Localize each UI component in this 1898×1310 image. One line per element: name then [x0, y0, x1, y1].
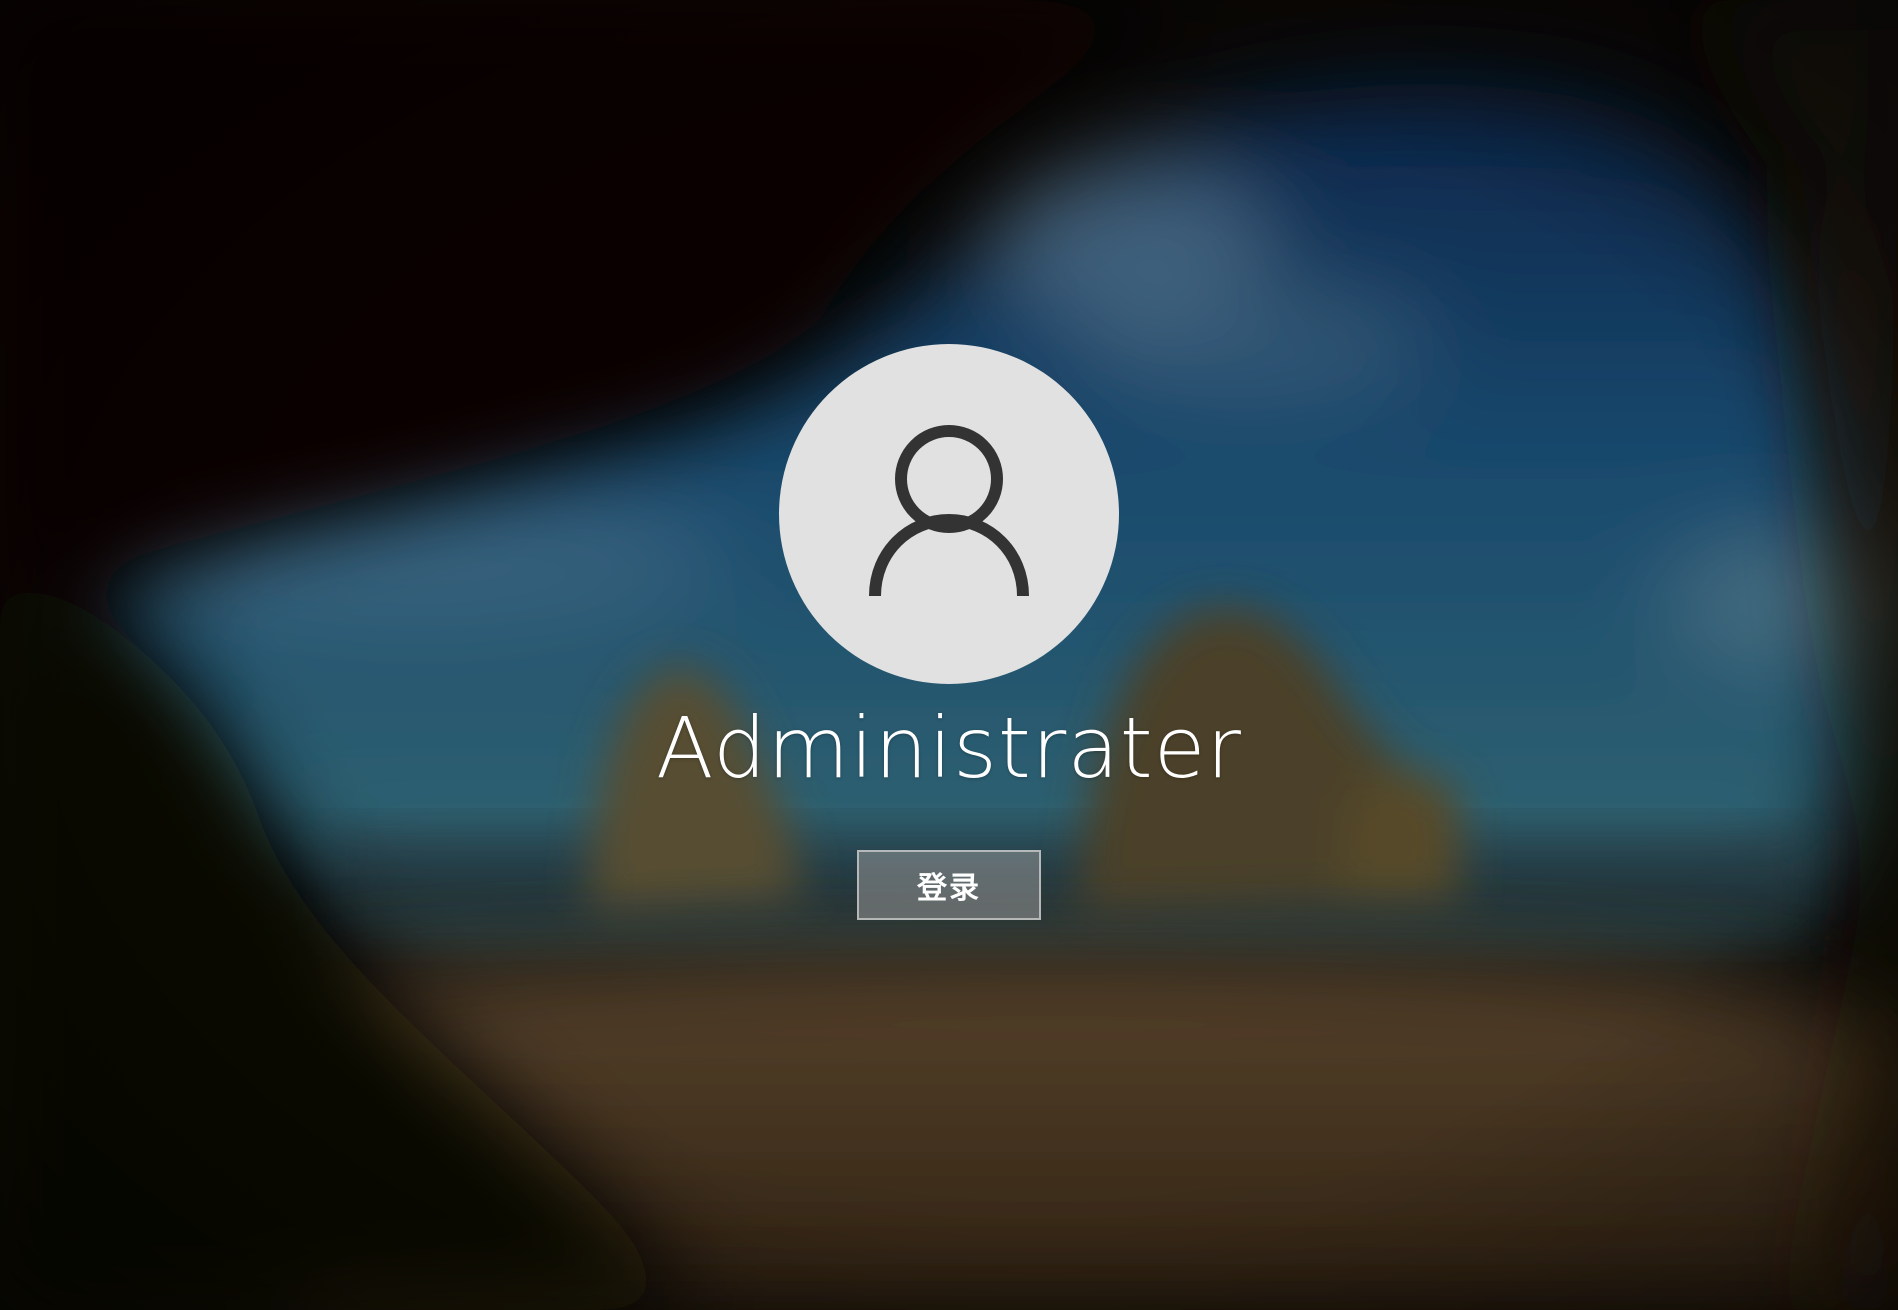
sign-in-button[interactable]: 登录: [857, 850, 1041, 921]
login-panel: Administrater 登录: [0, 344, 1898, 921]
lock-screen: Administrater 登录: [0, 0, 1898, 1310]
user-avatar: [779, 344, 1119, 684]
user-silhouette-icon: [869, 425, 1029, 597]
username-label: Administrater: [656, 699, 1242, 797]
